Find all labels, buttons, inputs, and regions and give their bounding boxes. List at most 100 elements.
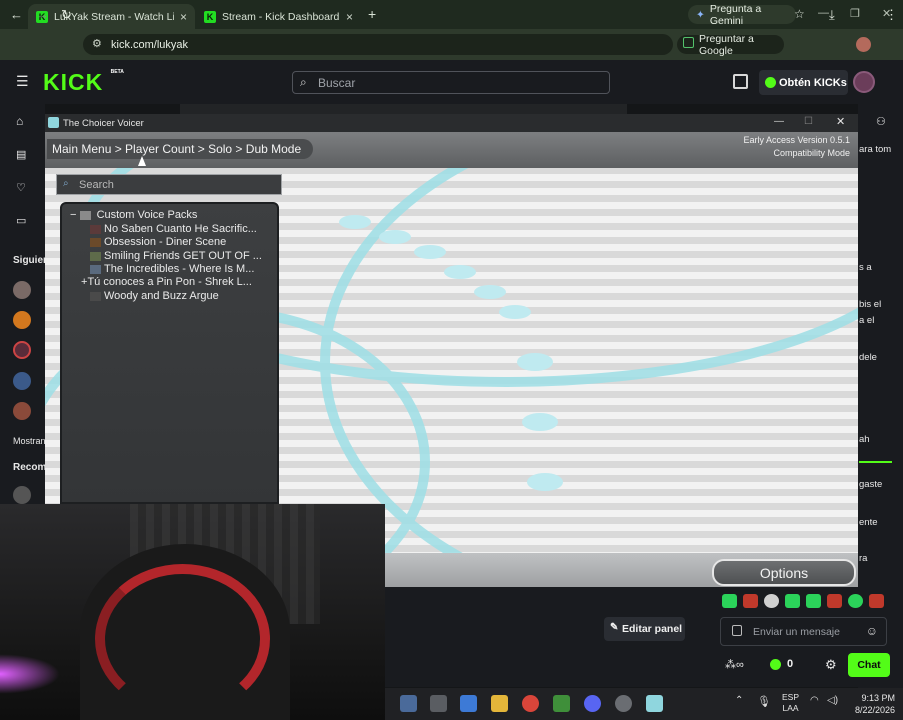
emote-icon[interactable] [764, 594, 779, 608]
sidebar-following-heading: Siguien [13, 255, 50, 266]
download-icon[interactable]: ⤓ [829, 7, 835, 23]
kick-beta-badge: BETA [110, 69, 124, 75]
address-bar[interactable]: ⚙ kick.com/lukyak [83, 34, 673, 55]
tree-root-custom-voice-packs[interactable]: − Custom Voice Packs [70, 209, 197, 221]
thumbnail-icon [90, 237, 101, 247]
user-avatar[interactable] [853, 71, 875, 93]
breadcrumb[interactable]: Main Menu > Player Count > Solo > Dub Mo… [47, 139, 314, 159]
tree-item[interactable]: No Saben Cuanto He Sacrific... [90, 223, 257, 235]
emote-icon[interactable] [743, 594, 758, 608]
close-tab-icon[interactable]: × [346, 10, 353, 24]
emote-icon[interactable] [848, 594, 863, 608]
hamburger-menu-icon[interactable]: ☰ [16, 73, 29, 90]
app-close-icon[interactable]: ✕ [836, 115, 845, 128]
voice-pack-search-input[interactable]: ⌕ Search [56, 174, 282, 195]
tree-item[interactable]: The Incredibles - Where Is M... [90, 263, 254, 275]
taskbar-folder-icon[interactable] [491, 695, 508, 712]
emote-icon[interactable] [869, 594, 884, 608]
browser-menu-icon[interactable]: ⋮ [885, 7, 898, 23]
system-clock[interactable]: 9:13 PM 8/22/2026 [845, 692, 895, 716]
collapse-icon[interactable]: − [70, 209, 76, 221]
kick-search-placeholder: Buscar [318, 75, 356, 90]
microphone-icon[interactable]: 🎙 [757, 695, 771, 708]
tree-item[interactable]: Smiling Friends GET OUT OF ... [90, 250, 262, 262]
volume-icon[interactable]: ◁) [827, 695, 838, 706]
chat-message-input[interactable]: Enviar un mensaje ☺ [720, 617, 887, 646]
tree-item[interactable]: +Tú conoces a Pin Pon - Shrek L... [81, 276, 252, 288]
community-infinity-icon[interactable]: ⁂∞ [725, 658, 744, 671]
channel-avatar[interactable] [13, 372, 31, 390]
app-minimize-icon[interactable]: — [774, 116, 784, 127]
sparkle-icon: ✦ [696, 8, 705, 21]
following-heart-icon[interactable]: ♡ [16, 181, 26, 194]
dashboard-icon[interactable] [733, 74, 748, 89]
channel-avatar[interactable] [13, 402, 31, 420]
app-maximize-icon[interactable]: ☐ [804, 116, 813, 127]
ask-google-button[interactable]: Preguntar a Google [677, 32, 784, 57]
emote-icon[interactable] [785, 594, 800, 608]
language-indicator[interactable]: ESP LAA [782, 692, 799, 714]
maximize-icon[interactable]: ❐ [850, 7, 860, 20]
chat-users-icon[interactable]: ⚇ [876, 115, 886, 128]
tab-lukyak-stream[interactable]: K LukYak Stream - Watch Live on × [28, 4, 195, 29]
browse-icon[interactable]: ▤ [16, 148, 26, 161]
options-button[interactable]: Options [712, 559, 856, 586]
tab-kick-dashboard[interactable]: K Stream - Kick Dashboard × [196, 4, 361, 29]
kick-search-input[interactable]: ⌕ Buscar [292, 71, 610, 94]
chat-message-fragment: ente [859, 517, 878, 528]
reload-icon[interactable]: ↻ [61, 7, 72, 23]
tray-chevron-icon[interactable]: ⌃ [735, 695, 743, 706]
tree-item-label: Obsession - Diner Scene [104, 236, 227, 248]
chat-send-button[interactable]: Chat [848, 653, 890, 677]
app-window-icon [48, 117, 59, 128]
purple-light-glow [0, 654, 60, 694]
search-icon: ⌕ [300, 75, 307, 89]
chat-placeholder: Enviar un mensaje [753, 625, 840, 638]
ask-google-label: Preguntar a Google [699, 32, 754, 57]
taskbar-discord-icon[interactable] [584, 695, 601, 712]
emote-icon[interactable] [827, 594, 842, 608]
emote-icon[interactable] [722, 594, 737, 608]
tree-item[interactable]: Woody and Buzz Argue [90, 290, 219, 302]
version-info: Early Access Version 0.5.1 Compatibility… [700, 134, 850, 160]
back-icon[interactable]: ← [10, 7, 23, 22]
tree-item[interactable]: Obsession - Diner Scene [90, 236, 226, 248]
home-icon[interactable]: ⌂ [16, 114, 23, 128]
channel-avatar[interactable] [13, 341, 31, 359]
minimize-icon[interactable]: — [818, 7, 829, 19]
forward-icon[interactable]: → [36, 7, 49, 22]
site-info-icon[interactable]: ⚙ [92, 37, 102, 50]
taskbar-minecraft-icon[interactable] [553, 695, 570, 712]
channel-avatar[interactable] [13, 311, 31, 329]
app-title-bar: The Choicer Voicer [45, 114, 858, 132]
clips-icon[interactable]: ▭ [16, 214, 26, 227]
taskbar-store-icon[interactable] [460, 695, 477, 712]
clock-time: 9:13 PM [861, 693, 895, 703]
taskbar-chrome-icon[interactable] [522, 695, 539, 712]
emote-icon[interactable] [806, 594, 821, 608]
show-more-link[interactable]: Mostran [13, 436, 46, 446]
kicks-coin-icon [765, 77, 776, 88]
mouse-cursor-icon [138, 156, 146, 166]
chat-message-fragment: ah [859, 434, 870, 445]
bookmark-star-icon[interactable]: ☆ [794, 7, 805, 21]
close-tab-icon[interactable]: × [180, 10, 187, 24]
get-kicks-button[interactable]: Obtén KICKs [759, 70, 848, 95]
taskbar-choicer-voicer-icon[interactable] [646, 695, 663, 712]
new-tab-button[interactable]: + [368, 6, 376, 22]
gemini-button[interactable]: ✦ Pregunta a Gemini [688, 3, 796, 27]
taskbar-app-icon[interactable] [400, 695, 417, 712]
channel-avatar[interactable] [13, 486, 31, 504]
profile-avatar[interactable] [856, 37, 871, 52]
wifi-icon[interactable]: ◠ [810, 695, 819, 706]
app-window-title: The Choicer Voicer [63, 117, 144, 129]
kick-logo[interactable]: KICK BETA [43, 69, 124, 96]
webcam-overlay [0, 504, 385, 720]
version-line: Early Access Version 0.5.1 [743, 135, 850, 145]
edit-panel-button[interactable]: ✎ Editar panel [604, 617, 685, 641]
taskbar-app-icon[interactable] [430, 695, 447, 712]
taskbar-app-icon[interactable] [615, 695, 632, 712]
channel-avatar[interactable] [13, 281, 31, 299]
chat-settings-gear-icon[interactable]: ⚙ [825, 657, 837, 673]
emoji-icon[interactable]: ☺ [866, 624, 878, 638]
